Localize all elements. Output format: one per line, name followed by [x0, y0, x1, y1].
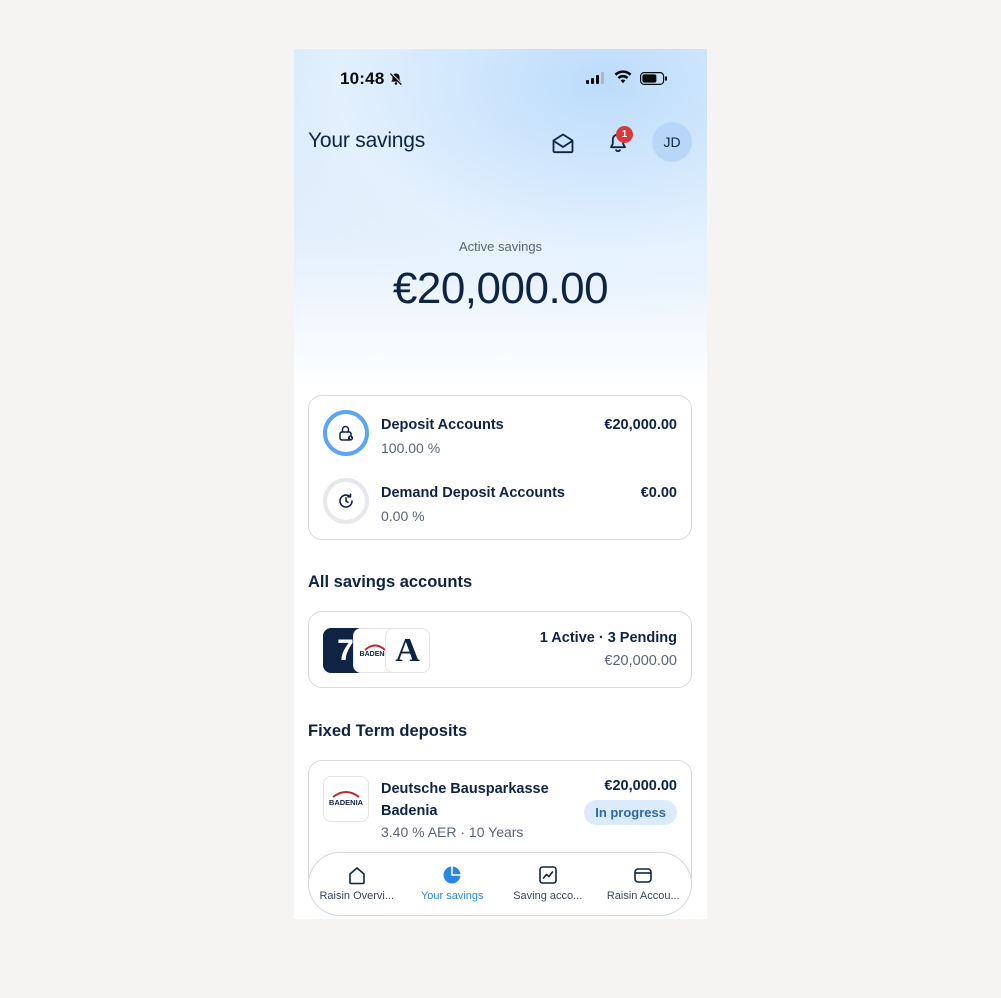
tab-raisin-overview[interactable]: Raisin Overvi...	[309, 853, 405, 915]
bank-logo-7-text: 7	[337, 633, 354, 667]
savings-summary-card: Deposit Accounts 100.00 % €20,000.00 Dem…	[308, 395, 692, 540]
inbox-button[interactable]	[548, 128, 578, 158]
badenia-roof-icon	[332, 791, 360, 798]
battery-icon	[640, 72, 668, 90]
home-icon	[348, 867, 365, 885]
tab-your-savings[interactable]: Your savings	[405, 853, 501, 915]
phone-screen: 10:48 Your savings 1 JD Active savings €…	[294, 49, 707, 919]
bank-name: Deutsche Bausparkasse Badenia	[381, 781, 549, 819]
account-type-name: Deposit Accounts	[381, 417, 504, 433]
bottom-tab-bar: Raisin Overvi... Your savings Saving acc…	[308, 852, 692, 916]
accounts-total-amount: €20,000.00	[604, 653, 677, 669]
silent-mode-icon	[389, 72, 403, 91]
tab-saving-accounts[interactable]: Saving acco...	[500, 853, 596, 915]
status-badge: In progress	[584, 800, 677, 825]
deposit-rate-term: 3.40 % AER · 10 Years	[381, 824, 524, 840]
notification-count-badge: 1	[616, 126, 633, 143]
tab-label: Raisin Overvi...	[319, 890, 395, 902]
account-type-amount: €0.00	[640, 485, 677, 501]
all-savings-accounts-card[interactable]: 7 BADENIA A 1 Active · 3 Pending €20,000…	[308, 611, 692, 688]
all-savings-accounts-heading: All savings accounts	[308, 573, 473, 591]
account-type-percent: 100.00 %	[381, 440, 441, 456]
deposit-amount: €20,000.00	[604, 778, 677, 794]
fixed-term-deposits-heading: Fixed Term deposits	[308, 722, 468, 740]
bank-logo-a-text: A	[395, 631, 420, 669]
bank-logo-badenia: BADENIA	[323, 776, 369, 822]
badenia-roof-icon	[364, 644, 387, 651]
demand-deposit-progress-ring	[323, 478, 369, 524]
bank-logo-badenia-text: BADENIA	[328, 798, 364, 807]
hero-background	[294, 49, 707, 389]
tab-raisin-account[interactable]: Raisin Accou...	[596, 853, 692, 915]
deposit-progress-ring	[323, 410, 369, 456]
demand-deposit-accounts-row[interactable]: Demand Deposit Accounts 0.00 % €0.00	[309, 478, 691, 528]
clock-refresh-icon	[339, 493, 353, 508]
tab-label: Raisin Accou...	[606, 890, 680, 902]
status-bar: 10:48	[294, 67, 707, 91]
chart-line-icon	[538, 866, 557, 884]
deposit-accounts-row[interactable]: Deposit Accounts 100.00 % €20,000.00	[309, 410, 691, 460]
tab-label: Saving acco...	[513, 890, 583, 902]
tab-label: Your savings	[420, 890, 484, 902]
active-savings-amount: €20,000.00	[392, 264, 609, 313]
bank-logo-a: A	[385, 628, 430, 673]
cellular-signal-icon	[586, 72, 604, 84]
wifi-icon	[614, 70, 632, 89]
lock-icon	[339, 425, 354, 441]
account-type-percent: 0.00 %	[381, 508, 425, 524]
page-title: Your savings	[308, 129, 426, 152]
wallet-icon	[634, 868, 653, 883]
avatar[interactable]: JD	[652, 122, 692, 162]
envelope-open-icon	[552, 133, 574, 154]
account-type-name: Demand Deposit Accounts	[381, 485, 565, 501]
active-savings-label: Active savings	[458, 239, 543, 254]
accounts-status: 1 Active · 3 Pending	[539, 630, 677, 646]
status-time: 10:48	[340, 69, 385, 88]
account-type-amount: €20,000.00	[604, 417, 677, 433]
pie-chart-icon	[443, 866, 461, 884]
